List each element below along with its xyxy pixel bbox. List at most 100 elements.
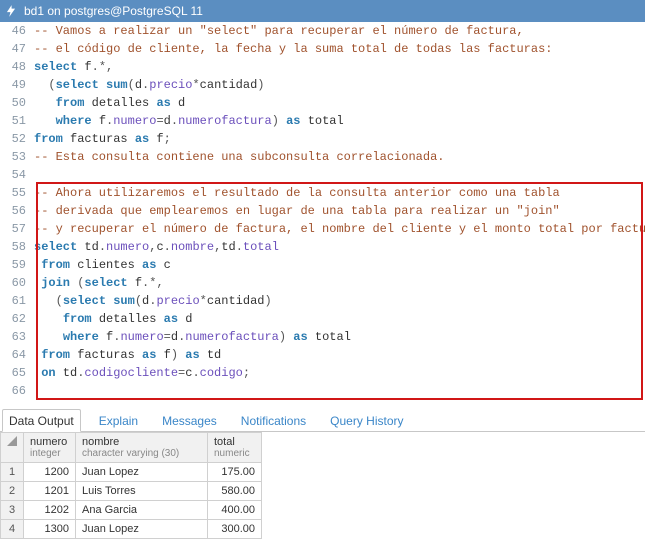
code-content[interactable]: -- el código de cliente, la fecha y la s… [34, 40, 645, 58]
column-type: numeric [214, 448, 255, 459]
cell-nombre[interactable]: Ana Garcia [76, 501, 208, 520]
code-content[interactable]: -- derivada que emplearemos en lugar de … [34, 202, 645, 220]
code-line[interactable]: 46-- Vamos a realizar un "select" para r… [0, 22, 645, 40]
code-content[interactable]: from detalles as d [34, 310, 645, 328]
cell-nombre[interactable]: Juan Lopez [76, 463, 208, 482]
tab-query-history[interactable]: Query History [324, 410, 409, 431]
column-header-total[interactable]: totalnumeric [208, 433, 262, 463]
code-line[interactable]: 50 from detalles as d [0, 94, 645, 112]
code-content[interactable]: select td.numero,c.nombre,td.total [34, 238, 645, 256]
tab-explain[interactable]: Explain [93, 410, 144, 431]
line-number: 65 [0, 364, 34, 382]
column-name: total [214, 436, 255, 448]
lightning-icon [4, 4, 18, 18]
code-content[interactable]: (select sum(d.precio*cantidad) [34, 292, 645, 310]
code-line[interactable]: 58select td.numero,c.nombre,td.total [0, 238, 645, 256]
tab-messages[interactable]: Messages [156, 410, 223, 431]
code-content[interactable]: select f.*, [34, 58, 645, 76]
output-tabs: Data Output Explain Messages Notifications Q… [0, 408, 645, 432]
row-number[interactable]: 4 [1, 520, 24, 539]
code-line[interactable]: 63 where f.numero=d.numerofactura) as to… [0, 328, 645, 346]
line-number: 64 [0, 346, 34, 364]
code-line[interactable]: 48select f.*, [0, 58, 645, 76]
cell-total[interactable]: 300.00 [208, 520, 262, 539]
line-number: 66 [0, 382, 34, 400]
code-line[interactable]: 52from facturas as f; [0, 130, 645, 148]
line-number: 47 [0, 40, 34, 58]
titlebar: bd1 on postgres@PostgreSQL 11 [0, 0, 645, 22]
code-content[interactable]: where f.numero=d.numerofactura) as total [34, 328, 645, 346]
row-number[interactable]: 3 [1, 501, 24, 520]
code-content[interactable]: where f.numero=d.numerofactura) as total [34, 112, 645, 130]
line-number: 63 [0, 328, 34, 346]
code-content[interactable]: from facturas as f) as td [34, 346, 645, 364]
line-number: 58 [0, 238, 34, 256]
line-number: 54 [0, 166, 34, 184]
code-line[interactable]: 62 from detalles as d [0, 310, 645, 328]
titlebar-text: bd1 on postgres@PostgreSQL 11 [24, 4, 203, 18]
column-type: integer [30, 448, 69, 459]
cell-numero[interactable]: 1300 [24, 520, 76, 539]
code-content[interactable]: -- Esta consulta contiene una subconsult… [34, 148, 645, 166]
line-number: 62 [0, 310, 34, 328]
tab-data-output[interactable]: Data Output [2, 409, 81, 432]
cell-total[interactable]: 400.00 [208, 501, 262, 520]
code-content[interactable] [34, 166, 645, 184]
row-number[interactable]: 1 [1, 463, 24, 482]
code-line[interactable]: 59 from clientes as c [0, 256, 645, 274]
code-line[interactable]: 47-- el código de cliente, la fecha y la… [0, 40, 645, 58]
cell-numero[interactable]: 1202 [24, 501, 76, 520]
cell-total[interactable]: 580.00 [208, 482, 262, 501]
row-number[interactable]: 2 [1, 482, 24, 501]
line-number: 59 [0, 256, 34, 274]
cell-nombre[interactable]: Juan Lopez [76, 520, 208, 539]
code-line[interactable]: 65 on td.codigocliente=c.codigo; [0, 364, 645, 382]
code-content[interactable]: join (select f.*, [34, 274, 645, 292]
code-content[interactable]: -- Vamos a realizar un "select" para rec… [34, 22, 645, 40]
code-line[interactable]: 64 from facturas as f) as td [0, 346, 645, 364]
table-row[interactable]: 41300Juan Lopez300.00 [1, 520, 262, 539]
code-line[interactable]: 61 (select sum(d.precio*cantidad) [0, 292, 645, 310]
line-number: 48 [0, 58, 34, 76]
column-header-numero[interactable]: numerointeger [24, 433, 76, 463]
line-number: 57 [0, 220, 34, 238]
code-content[interactable]: from clientes as c [34, 256, 645, 274]
column-name: numero [30, 436, 69, 448]
grid-corner[interactable] [1, 433, 24, 463]
cell-numero[interactable]: 1200 [24, 463, 76, 482]
code-content[interactable]: (select sum(d.precio*cantidad) [34, 76, 645, 94]
code-content[interactable]: on td.codigocliente=c.codigo; [34, 364, 645, 382]
sql-editor[interactable]: 46-- Vamos a realizar un "select" para r… [0, 22, 645, 400]
line-number: 61 [0, 292, 34, 310]
cell-nombre[interactable]: Luis Torres [76, 482, 208, 501]
tab-notifications[interactable]: Notifications [235, 410, 312, 431]
code-line[interactable]: 60 join (select f.*, [0, 274, 645, 292]
code-line[interactable]: 55-- Ahora utilizaremos el resultado de … [0, 184, 645, 202]
code-line[interactable]: 54 [0, 166, 645, 184]
cell-numero[interactable]: 1201 [24, 482, 76, 501]
cell-total[interactable]: 175.00 [208, 463, 262, 482]
code-content[interactable] [34, 382, 645, 400]
code-content[interactable]: -- Ahora utilizaremos el resultado de la… [34, 184, 645, 202]
line-number: 55 [0, 184, 34, 202]
column-type: character varying (30) [82, 448, 201, 459]
line-number: 52 [0, 130, 34, 148]
column-name: nombre [82, 436, 201, 448]
line-number: 51 [0, 112, 34, 130]
code-content[interactable]: -- y recuperar el número de factura, el … [34, 220, 645, 238]
line-number: 50 [0, 94, 34, 112]
code-line[interactable]: 53-- Esta consulta contiene una subconsu… [0, 148, 645, 166]
table-row[interactable]: 31202Ana Garcia400.00 [1, 501, 262, 520]
code-line[interactable]: 66 [0, 382, 645, 400]
table-row[interactable]: 11200Juan Lopez175.00 [1, 463, 262, 482]
code-line[interactable]: 57-- y recuperar el número de factura, e… [0, 220, 645, 238]
code-content[interactable]: from facturas as f; [34, 130, 645, 148]
result-grid[interactable]: numerointegernombrecharacter varying (30… [0, 432, 262, 539]
code-content[interactable]: from detalles as d [34, 94, 645, 112]
table-row[interactable]: 21201Luis Torres580.00 [1, 482, 262, 501]
code-line[interactable]: 56-- derivada que emplearemos en lugar d… [0, 202, 645, 220]
line-number: 56 [0, 202, 34, 220]
code-line[interactable]: 49 (select sum(d.precio*cantidad) [0, 76, 645, 94]
code-line[interactable]: 51 where f.numero=d.numerofactura) as to… [0, 112, 645, 130]
column-header-nombre[interactable]: nombrecharacter varying (30) [76, 433, 208, 463]
